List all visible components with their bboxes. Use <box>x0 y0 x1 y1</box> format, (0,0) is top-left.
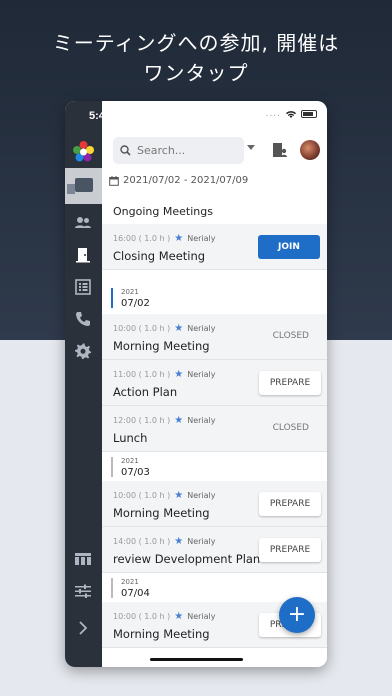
meeting-host: Nerialy <box>187 324 216 333</box>
search-icon <box>120 145 131 156</box>
meeting-meta: 12:00 ( 1.0 h ) ★ Nerialy <box>113 415 216 426</box>
meeting-title: Morning Meeting <box>113 506 210 520</box>
prepare-button[interactable]: PREPARE <box>259 371 321 395</box>
user-avatar[interactable] <box>300 140 320 160</box>
star-icon: ★ <box>174 323 184 334</box>
meeting-time: 16:00 ( 1.0 h ) <box>113 234 171 243</box>
day-year: 2021 <box>121 578 139 586</box>
star-icon: ★ <box>174 490 184 501</box>
day-header: 2021 07/02 <box>102 284 327 314</box>
meeting-time: 10:00 ( 1.0 h ) <box>113 324 171 333</box>
chevron-right-icon[interactable] <box>74 619 92 637</box>
meeting-host: Nerialy <box>187 370 216 379</box>
day-date: 07/02 <box>121 298 150 309</box>
door-icon[interactable] <box>74 246 92 264</box>
home-indicator <box>150 658 243 661</box>
closed-status: CLOSED <box>272 331 309 341</box>
gear-icon[interactable] <box>74 342 92 360</box>
signal-dots: .... <box>265 109 281 119</box>
meeting-meta: 10:00 ( 1.0 h ) ★ Nerialy <box>113 611 216 622</box>
star-icon: ★ <box>174 233 184 244</box>
headline-line-1: ミーティングへの参加, 開催は <box>52 31 340 55</box>
people-icon[interactable] <box>74 214 92 232</box>
list-icon[interactable] <box>74 278 92 296</box>
day-marker <box>111 457 113 477</box>
promo-headline: ミーティングへの参加, 開催は ワンタップ <box>0 28 392 88</box>
meeting-time: 14:00 ( 1.0 h ) <box>113 537 171 546</box>
day-year: 2021 <box>121 288 139 296</box>
status-time: 5:43 <box>89 110 112 122</box>
day-marker <box>111 288 113 308</box>
meeting-row[interactable]: 12:00 ( 1.0 h ) ★ Nerialy Lunch CLOSED <box>102 406 327 452</box>
meeting-meta: 14:00 ( 1.0 h ) ★ Nerialy <box>113 536 216 547</box>
meeting-row[interactable]: 10:00 ( 1.0 h ) ★ Nerialy Morning Meetin… <box>102 314 327 360</box>
day-marker <box>111 578 113 598</box>
filter-dropdown-icon[interactable] <box>247 145 255 150</box>
date-range[interactable]: 2021/07/02 - 2021/07/09 <box>109 175 248 186</box>
star-icon: ★ <box>174 536 184 547</box>
meeting-title: review Development Plan <box>113 552 261 566</box>
status-icons: .... <box>266 109 317 119</box>
app-logo-icon <box>73 141 94 162</box>
day-date: 07/04 <box>121 588 150 599</box>
battery-icon <box>301 110 317 118</box>
calendar-icon <box>109 175 119 186</box>
search-input[interactable] <box>137 144 237 157</box>
meeting-time: 10:00 ( 1.0 h ) <box>113 612 171 621</box>
meeting-row[interactable]: 11:00 ( 1.0 h ) ★ Nerialy Action Plan PR… <box>102 360 327 406</box>
meeting-title: Closing Meeting <box>113 249 206 263</box>
search-bar[interactable] <box>113 137 244 164</box>
star-icon: ★ <box>174 611 184 622</box>
day-header: 2021 07/03 <box>102 453 327 483</box>
meeting-row[interactable]: 14:00 ( 1.0 h ) ★ Nerialy review Develop… <box>102 527 327 573</box>
thumbnail-chair <box>67 184 75 194</box>
meeting-row-ongoing[interactable]: 16:00 ( 1.0 h ) ★ Nerialy Closing Meetin… <box>102 224 327 270</box>
meeting-meta: 10:00 ( 1.0 h ) ★ Nerialy <box>113 490 216 501</box>
meeting-time: 10:00 ( 1.0 h ) <box>113 491 171 500</box>
join-button[interactable]: JOIN <box>258 235 320 259</box>
meeting-host: Nerialy <box>187 491 216 500</box>
sliders-icon[interactable] <box>74 582 92 600</box>
meeting-time: 11:00 ( 1.0 h ) <box>113 370 171 379</box>
meeting-title: Action Plan <box>113 385 178 399</box>
room-thumbnail[interactable] <box>65 168 102 204</box>
meeting-title: Lunch <box>113 431 148 445</box>
phone-icon[interactable] <box>74 310 92 328</box>
sidebar <box>65 101 102 667</box>
meeting-meta: 11:00 ( 1.0 h ) ★ Nerialy <box>113 369 216 380</box>
star-icon: ★ <box>174 369 184 380</box>
meeting-title: Morning Meeting <box>113 627 210 641</box>
app-window: 5:43 .... Search... 2021/07/02 - 2021/07… <box>65 101 327 667</box>
grid-icon[interactable] <box>74 550 92 568</box>
date-range-text: 2021/07/02 - 2021/07/09 <box>123 175 249 186</box>
meeting-host: Nerialy <box>187 234 216 243</box>
prepare-button[interactable]: PREPARE <box>259 492 321 516</box>
add-meeting-button[interactable]: + <box>279 597 315 633</box>
meeting-row[interactable]: 10:00 ( 1.0 h ) ★ Nerialy Morning Meetin… <box>102 481 327 527</box>
thumbnail-screen <box>75 178 93 192</box>
prepare-button[interactable]: PREPARE <box>259 538 321 562</box>
main-panel: 2021/07/02 - 2021/07/09 Ongoing Meetings… <box>102 101 327 667</box>
meeting-meta: 16:00 ( 1.0 h ) ★ Nerialy <box>113 233 216 244</box>
headline-line-2: ワンタップ <box>143 61 249 85</box>
meeting-host: Nerialy <box>187 416 216 425</box>
day-date: 07/03 <box>121 467 150 478</box>
meeting-host: Nerialy <box>187 537 216 546</box>
meeting-host: Nerialy <box>187 612 216 621</box>
meeting-time: 12:00 ( 1.0 h ) <box>113 416 171 425</box>
meeting-meta: 10:00 ( 1.0 h ) ★ Nerialy <box>113 323 216 334</box>
star-icon: ★ <box>174 415 184 426</box>
closed-status: CLOSED <box>272 423 309 433</box>
wifi-icon <box>286 110 296 118</box>
day-year: 2021 <box>121 457 139 465</box>
contact-card-icon[interactable] <box>270 141 288 159</box>
meeting-title: Morning Meeting <box>113 339 210 353</box>
ongoing-meetings-heading: Ongoing Meetings <box>113 205 213 218</box>
